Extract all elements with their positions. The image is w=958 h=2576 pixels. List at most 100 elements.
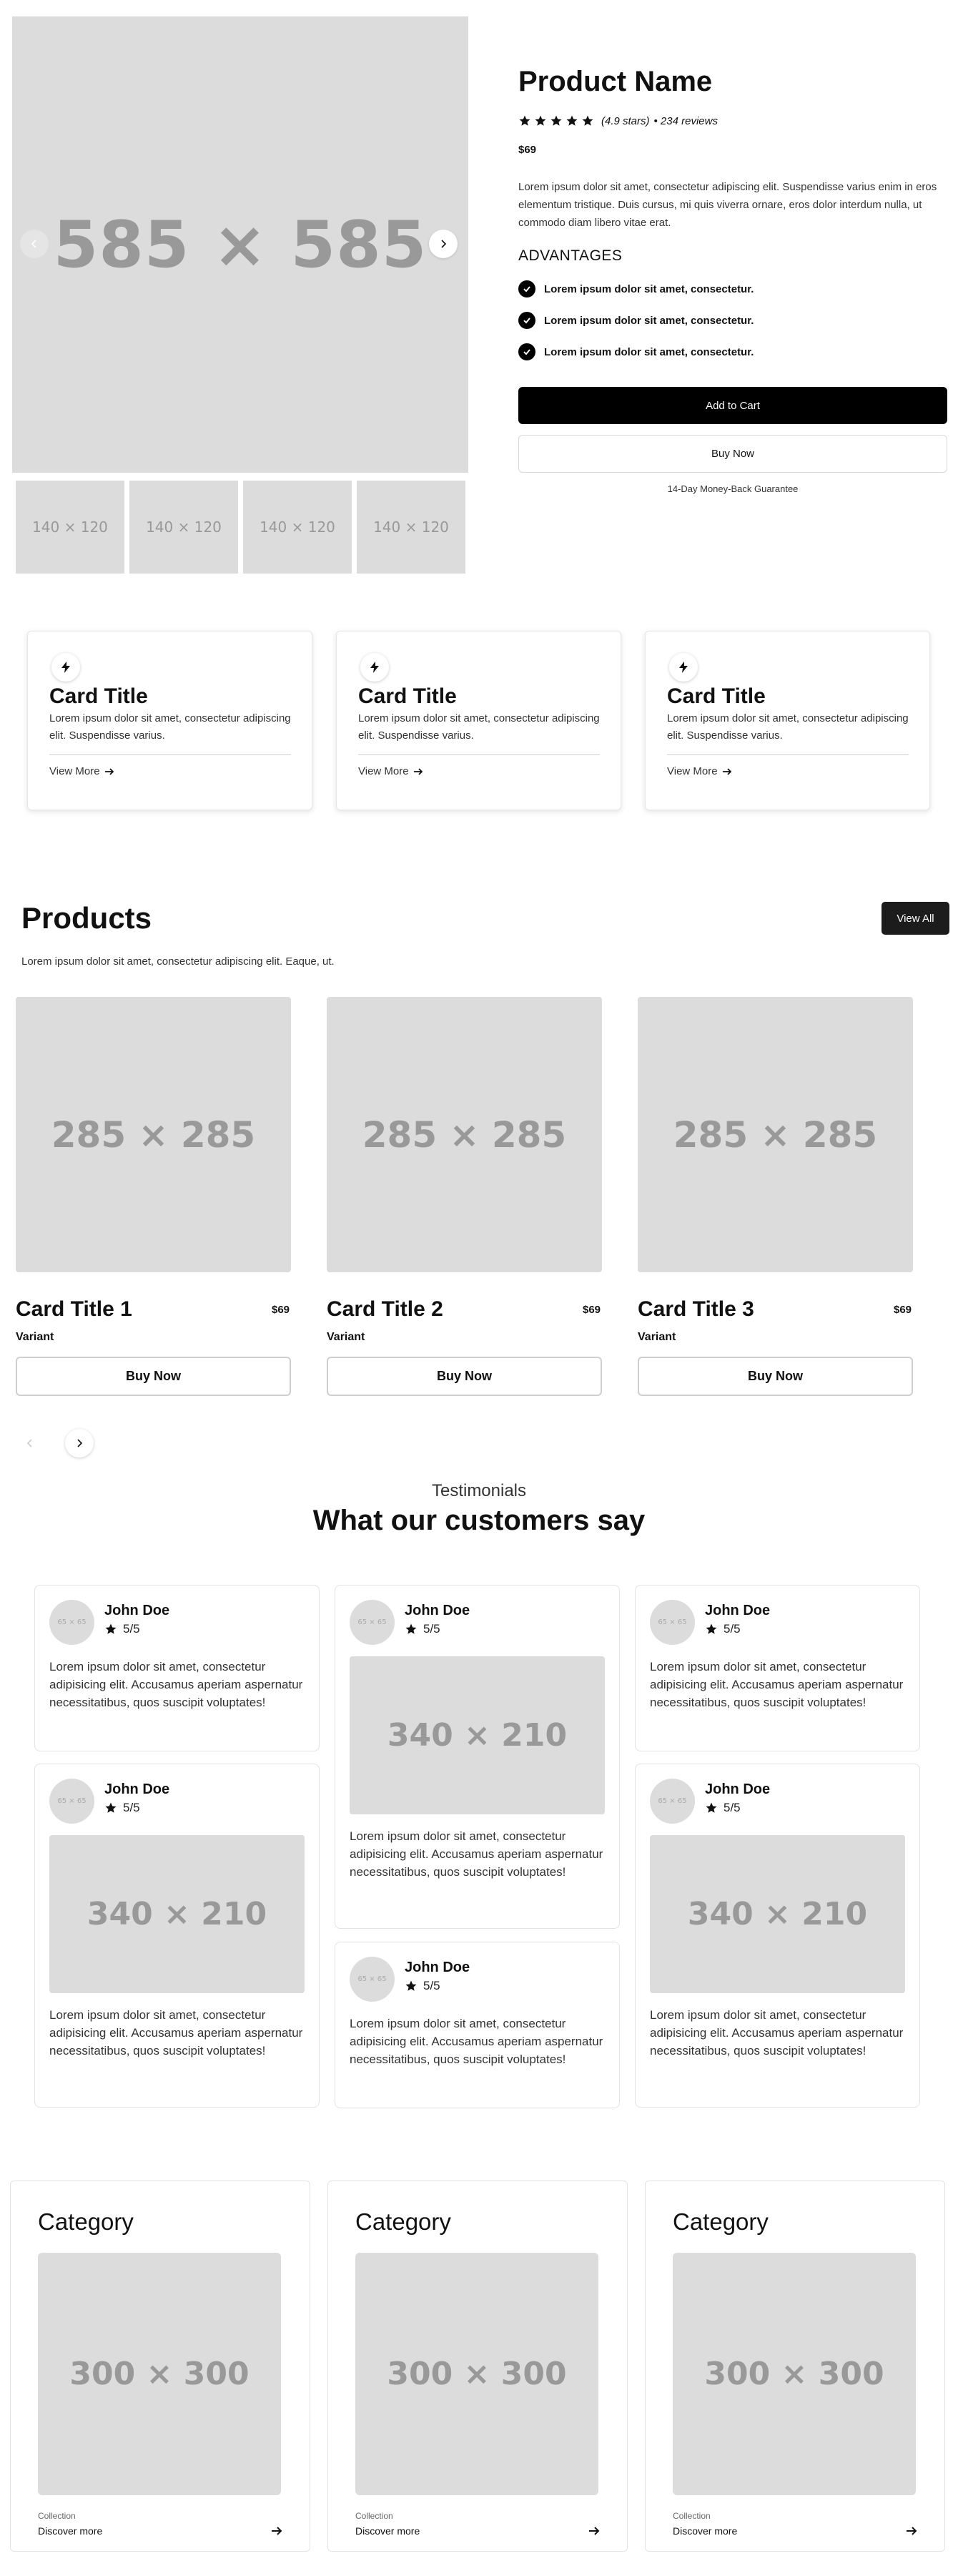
category-image: 300 × 300 [673,2253,916,2495]
image-next-button[interactable] [429,230,458,258]
product-rating: (4.9 stars) • 234 reviews [518,114,718,127]
view-more-link[interactable]: View More [358,765,599,777]
view-more-label: View More [49,765,100,777]
arrow-right-icon [907,2527,917,2535]
category-meta: Collection [38,2511,76,2521]
chevron-right-icon [77,1439,83,1447]
chevron-left-icon [31,240,36,248]
testimonial-image: 340 × 210 [650,1835,905,1993]
category-title: Category [38,2208,134,2235]
star-icon [105,1623,117,1634]
category-image: 300 × 300 [38,2253,281,2495]
lightning-icon [51,653,80,682]
avatar: 65 × 65 [49,1779,94,1824]
chevron-left-icon [26,1439,32,1447]
arrow-right-icon [413,767,423,775]
avatar: 65 × 65 [49,1600,94,1645]
discover-more-label: Discover more [673,2525,738,2537]
testimonial-card: 65 × 65 John Doe 5/5 340 × 210 Lorem ipsum… [34,1764,320,2108]
product-description: Lorem ipsum dolor sit amet, consectetur … [518,181,937,229]
product-thumbnail[interactable]: 140 × 120 [243,481,352,574]
view-more-label: View More [358,765,409,777]
products-prev-button[interactable] [16,1429,44,1457]
advantage-text: Lorem ipsum dolor sit amet, consectetur. [544,314,754,327]
rating-value: 5/5 [123,1801,140,1814]
star-icon [550,115,562,126]
divider [49,754,291,755]
discover-more-link[interactable]: Discover more [355,2525,600,2537]
product-buy-button[interactable]: Buy Now [638,1357,913,1396]
view-more-link[interactable]: View More [667,765,908,777]
testimonial-rating: 5/5 [104,1622,169,1636]
star-icon [105,1802,117,1813]
product-card-title[interactable]: Card Title 2 [327,1297,443,1322]
testimonial-text: Lorem ipsum dolor sit amet, consectetur … [650,2008,904,2058]
product-card-price: $69 [583,1304,601,1316]
view-all-button[interactable]: View All [882,902,949,935]
star-icon [706,1802,717,1813]
category-card[interactable]: Category 300 × 300 Collection Discover m… [645,2181,945,2552]
testimonial-text: Lorem ipsum dolor sit amet, consectetur … [49,1660,303,1709]
avatar: 65 × 65 [650,1779,695,1824]
feature-description: Lorem ipsum dolor sit amet, consectetur … [358,712,600,742]
discover-more-label: Discover more [355,2525,420,2537]
testimonial-rating: 5/5 [705,1801,770,1815]
discover-more-link[interactable]: Discover more [673,2525,917,2537]
feature-title: Card Title [358,684,457,708]
category-meta: Collection [673,2511,711,2521]
star-icon [519,115,530,126]
testimonial-name: John Doe [405,1603,470,1618]
avatar: 65 × 65 [350,1600,395,1645]
discover-more-link[interactable]: Discover more [38,2525,282,2537]
product-card-title[interactable]: Card Title 3 [638,1297,754,1322]
product-thumbnail[interactable]: 140 × 120 [357,481,465,574]
testimonial-text: Lorem ipsum dolor sit amet, consectetur … [350,1829,603,1879]
view-more-link[interactable]: View More [49,765,290,777]
image-prev-button[interactable] [20,230,49,258]
advantage-item: Lorem ipsum dolor sit amet, consectetur. [518,280,754,298]
product-title: Product Name [518,66,713,97]
rating-text: (4.9 stars) [601,114,650,127]
testimonial-text: Lorem ipsum dolor sit amet, consectetur … [49,2008,303,2058]
discover-more-label: Discover more [38,2525,103,2537]
testimonial-rating: 5/5 [104,1801,169,1815]
testimonial-name: John Doe [104,1603,170,1618]
product-card-image[interactable]: 285 × 285 [327,997,602,1272]
testimonial-text: Lorem ipsum dolor sit amet, consectetur … [650,1660,904,1709]
products-next-button[interactable] [65,1429,94,1457]
product-thumbnail[interactable]: 140 × 120 [129,481,238,574]
arrow-right-icon [589,2527,600,2535]
product-card-variant: Variant [16,1331,54,1343]
rating-value: 5/5 [724,1801,741,1814]
divider [358,754,600,755]
rating-value: 5/5 [724,1622,741,1636]
testimonial-rating: 5/5 [405,1622,470,1636]
testimonial-image: 340 × 210 [49,1835,305,1993]
lightning-icon [360,653,389,682]
product-card-image[interactable]: 285 × 285 [638,997,913,1272]
buy-now-button[interactable]: Buy Now [518,435,947,473]
product-card-image[interactable]: 285 × 285 [16,997,291,1272]
feature-card: Card Title Lorem ipsum dolor sit amet, c… [336,631,621,810]
feature-card: Card Title Lorem ipsum dolor sit amet, c… [27,631,312,810]
star-icon [535,115,546,126]
testimonial-text: Lorem ipsum dolor sit amet, consectetur … [350,2017,603,2066]
testimonial-image: 340 × 210 [350,1656,605,1814]
add-to-cart-button[interactable]: Add to Cart [518,387,947,424]
star-icon [582,115,593,126]
product-card-title[interactable]: Card Title 1 [16,1297,132,1322]
feature-card: Card Title Lorem ipsum dolor sit amet, c… [645,631,930,810]
product-buy-button[interactable]: Buy Now [327,1357,602,1396]
arrow-right-icon [104,767,114,775]
product-thumbnail[interactable]: 140 × 120 [16,481,124,574]
category-card[interactable]: Category 300 × 300 Collection Discover m… [327,2181,628,2552]
products-description: Lorem ipsum dolor sit amet, consectetur … [21,955,335,968]
star-icon [405,1980,417,1991]
testimonial-card: 65 × 65 John Doe 5/5 340 × 210 Lorem ipsum… [635,1764,920,2108]
check-circle-icon [518,280,535,298]
category-card[interactable]: Category 300 × 300 Collection Discover m… [10,2181,310,2552]
product-card-price: $69 [894,1304,912,1316]
product-buy-button[interactable]: Buy Now [16,1357,291,1396]
feature-title: Card Title [49,684,148,708]
rating-value: 5/5 [423,1622,440,1636]
